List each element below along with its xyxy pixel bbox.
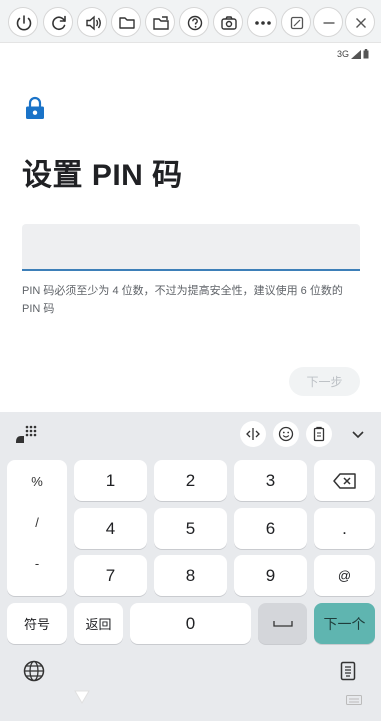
emulator-toolbar (0, 0, 381, 43)
numeric-keyboard: % / - 1 2 3 4 5 6 . 7 8 9 @ 符号 返回 0 下一个 (0, 412, 381, 721)
screenshot-icon[interactable] (213, 7, 243, 37)
backspace-key[interactable] (314, 460, 375, 501)
minimize-icon[interactable] (313, 7, 343, 37)
rotate-icon[interactable] (43, 7, 73, 37)
next-key[interactable]: 下一个 (314, 603, 375, 644)
key-percent[interactable]: % (7, 474, 67, 489)
key-at[interactable]: @ (314, 555, 375, 596)
folder-icon[interactable] (111, 7, 141, 37)
key-6[interactable]: 6 (234, 508, 307, 549)
emoji-icon[interactable] (273, 421, 299, 447)
nav-keyboard-icon[interactable] (346, 692, 362, 705)
files-icon[interactable] (145, 7, 175, 37)
globe-icon[interactable] (22, 659, 46, 683)
status-bar: 3G (337, 49, 369, 59)
chevron-down-icon[interactable] (345, 421, 371, 447)
key-dot[interactable]: . (314, 508, 375, 549)
back-key[interactable]: 返回 (74, 603, 123, 644)
backspace-icon (332, 472, 356, 489)
next-step-button[interactable]: 下一步 (289, 367, 360, 396)
space-key[interactable] (258, 603, 307, 644)
key-2[interactable]: 2 (154, 460, 227, 501)
key-7[interactable]: 7 (74, 555, 147, 596)
cursor-move-icon[interactable] (240, 421, 266, 447)
pin-input[interactable] (22, 224, 360, 271)
battery-icon (363, 49, 369, 59)
keyboard-toolbar (0, 412, 381, 456)
power-icon[interactable] (8, 7, 38, 37)
page-title: 设置 PIN 码 (22, 159, 183, 192)
symbols-key[interactable]: 符号 (7, 603, 67, 644)
keyboard-grid-icon[interactable] (14, 422, 40, 448)
key-3[interactable]: 3 (234, 460, 307, 501)
lock-icon (24, 96, 46, 120)
help-icon[interactable] (179, 7, 209, 37)
pin-hint: PIN 码必须至少为 4 位数，不过为提高安全性，建议使用 6 位数的 PIN … (22, 285, 343, 315)
nav-back-icon[interactable] (74, 690, 90, 704)
key-5[interactable]: 5 (154, 508, 227, 549)
key-1[interactable]: 1 (74, 460, 147, 501)
key-9[interactable]: 9 (234, 555, 307, 596)
key-8[interactable]: 8 (154, 555, 227, 596)
volume-icon[interactable] (77, 7, 107, 37)
symbol-column: % / - (7, 460, 67, 596)
clipboard-icon[interactable] (306, 421, 332, 447)
close-icon[interactable] (345, 7, 375, 37)
key-dash[interactable]: - (7, 556, 67, 571)
key-0[interactable]: 0 (130, 603, 251, 644)
signal-icon (351, 49, 361, 59)
more-icon[interactable] (247, 7, 277, 37)
network-label: 3G (336, 49, 349, 59)
key-4[interactable]: 4 (74, 508, 147, 549)
key-slash[interactable]: / (7, 515, 67, 530)
keyboard-settings-icon[interactable] (336, 659, 360, 683)
window-icon[interactable] (281, 7, 311, 37)
space-icon (272, 620, 293, 627)
